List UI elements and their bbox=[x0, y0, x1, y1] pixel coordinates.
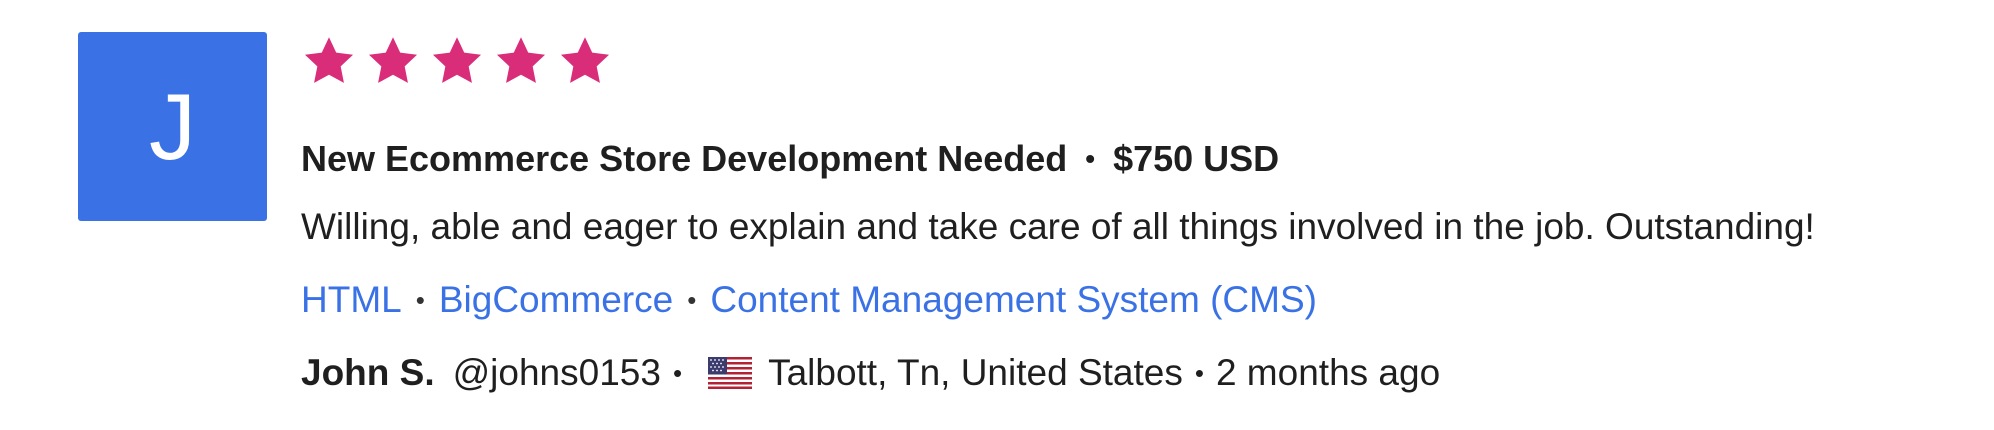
skill-link-cms[interactable]: Content Management System (CMS) bbox=[710, 279, 1317, 321]
meta-separator: • bbox=[672, 357, 683, 388]
meta-separator: • bbox=[1194, 357, 1204, 388]
skill-separator: • bbox=[415, 284, 425, 315]
star-rating bbox=[301, 32, 1961, 90]
star-icon bbox=[557, 33, 613, 89]
review-content: New Ecommerce Store Development Needed •… bbox=[301, 32, 1961, 398]
avatar[interactable]: J bbox=[78, 32, 267, 221]
skill-link-html[interactable]: HTML bbox=[301, 279, 402, 321]
project-title-row: New Ecommerce Store Development Needed •… bbox=[301, 134, 1961, 184]
avatar-initial: J bbox=[149, 73, 196, 179]
reviewer-meta: John S. @johns0153 • Talbott, Tn, United… bbox=[301, 348, 1961, 398]
skill-tags: HTML • BigCommerce • Content Management … bbox=[301, 275, 1961, 325]
skill-separator: • bbox=[687, 284, 697, 315]
star-icon bbox=[365, 33, 421, 89]
title-separator: • bbox=[1085, 143, 1096, 174]
reviewer-handle[interactable]: @johns0153 bbox=[453, 352, 661, 394]
skill-link-bigcommerce[interactable]: BigCommerce bbox=[439, 279, 673, 321]
reviewer-name[interactable]: John S. bbox=[301, 352, 435, 394]
project-title[interactable]: New Ecommerce Store Development Needed bbox=[301, 138, 1067, 180]
us-flag-icon bbox=[708, 357, 753, 389]
star-icon bbox=[301, 33, 357, 89]
reviewer-location: Talbott, Tn, United States bbox=[768, 352, 1183, 393]
review-time: 2 months ago bbox=[1215, 352, 1441, 393]
review-card: J New Ecommerce Store Development Needed… bbox=[78, 32, 1978, 393]
project-budget: $750 USD bbox=[1113, 138, 1280, 179]
star-icon bbox=[429, 33, 485, 89]
star-icon bbox=[493, 33, 549, 89]
review-comment: Willing, able and eager to explain and t… bbox=[301, 206, 1815, 247]
